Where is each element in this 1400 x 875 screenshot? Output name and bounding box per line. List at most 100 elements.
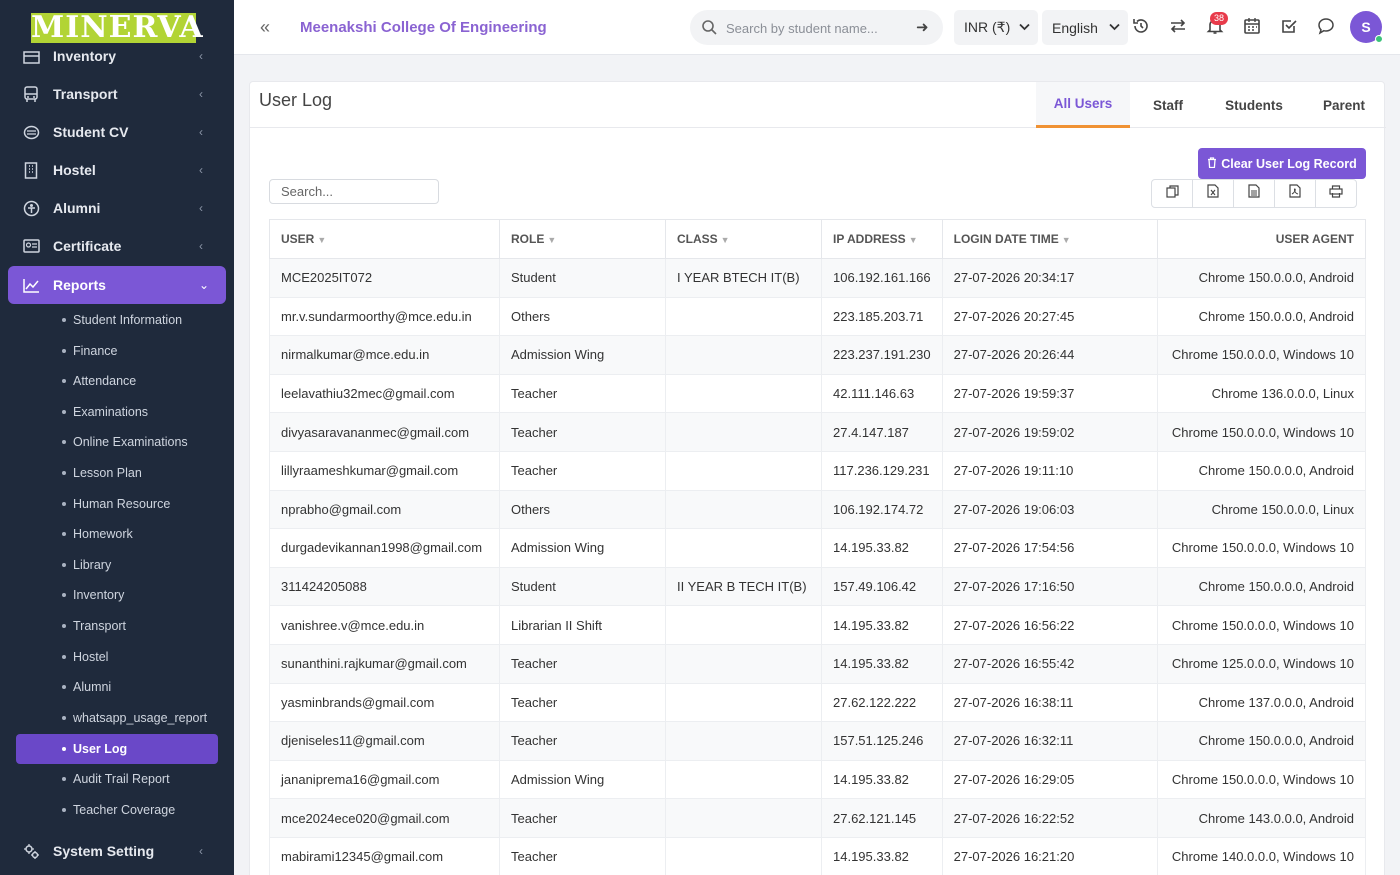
table-search-input[interactable] (269, 179, 439, 204)
search-icon (701, 19, 717, 40)
cell-user-agent: Chrome 143.0.0.0, Android (1156, 798, 1367, 838)
user-avatar[interactable]: S (1350, 11, 1383, 43)
logo: MINERVA (31, 10, 204, 45)
excel-export-button[interactable] (1192, 179, 1234, 208)
sidebar-item-reports[interactable]: Reports ⌄ (8, 266, 226, 304)
cell-class (665, 836, 822, 875)
sidebar-subitem-hostel[interactable]: Hostel (16, 642, 218, 672)
student-search-input[interactable] (726, 18, 906, 38)
sidebar-subitem-homework[interactable]: Homework (16, 519, 218, 549)
column-header-user-agent[interactable]: User Agent (1156, 219, 1367, 259)
history-icon[interactable] (1132, 17, 1152, 37)
sidebar-item-student-cv[interactable]: Student CV ‹ (0, 113, 234, 151)
sidebar-subitem-attendance[interactable]: Attendance (16, 366, 218, 396)
column-header-login-date-time[interactable]: Login Date Time ▼ (941, 219, 1158, 259)
cell-role: Teacher (499, 450, 666, 491)
cell-user-agent: Chrome 150.0.0.0, Windows 10 (1156, 528, 1367, 568)
pdf-export-button[interactable] (1274, 179, 1316, 208)
swap-icon[interactable] (1169, 17, 1189, 37)
cell-user-agent: Chrome 150.0.0.0, Android (1156, 721, 1367, 761)
print-icon (1329, 184, 1343, 203)
table-row: djeniseles11@gmail.com Teacher 157.51.125.… (269, 721, 1367, 761)
column-header-role[interactable]: Role ▼ (499, 219, 666, 259)
tab-staff[interactable]: Staff (1130, 82, 1206, 128)
cell-user-agent: Chrome 137.0.0.0, Android (1156, 682, 1367, 723)
arrow-right-icon[interactable]: ➜ (916, 18, 929, 36)
card-header: User Log All Users Staff Students Parent (250, 82, 1386, 128)
cell-role: Teacher (499, 836, 666, 875)
sidebar-subitem-library[interactable]: Library (16, 550, 218, 580)
sidebar-item-certificate[interactable]: Certificate ‹ (0, 227, 234, 265)
cell-login-date-time: 27-07-2026 17:54:56 (941, 528, 1158, 568)
column-header-user[interactable]: User ▼ (269, 219, 500, 259)
sidebar-subitem-inventory[interactable]: Inventory (16, 580, 218, 610)
cell-role: Others (499, 489, 666, 530)
sidebar-subitem-alumni[interactable]: Alumni (16, 672, 218, 702)
column-header-ip-address[interactable]: IP Address ▼ (821, 219, 943, 259)
cell-class: II YEAR B TECH IT(B) (665, 566, 822, 607)
print-button[interactable] (1315, 179, 1357, 208)
cell-user: durgadevikannan1998@gmail.com (269, 528, 500, 568)
collapse-sidebar-icon[interactable]: « (260, 17, 270, 38)
cell-class (665, 643, 822, 684)
college-name[interactable]: Meenakshi College Of Engineering (300, 19, 547, 36)
task-check-icon[interactable] (1280, 17, 1300, 37)
sidebar-subitem-student-information[interactable]: Student Information (16, 305, 218, 335)
cell-login-date-time: 27-07-2026 19:06:03 (941, 489, 1158, 530)
file-text-icon (1248, 184, 1260, 203)
online-status-dot (1375, 35, 1383, 43)
cell-class (665, 682, 822, 723)
language-select[interactable]: English (1042, 10, 1128, 45)
cv-icon (22, 123, 40, 141)
certificate-icon (22, 237, 40, 255)
chevron-left-icon: ‹ (199, 125, 203, 139)
sidebar-subitem-transport[interactable]: Transport (16, 611, 218, 641)
tab-students[interactable]: Students (1206, 82, 1302, 128)
sidebar-subitem-finance[interactable]: Finance (16, 336, 218, 366)
sidebar-item-label: Alumni (53, 200, 101, 216)
cell-login-date-time: 27-07-2026 19:59:37 (941, 373, 1158, 414)
cell-ip-address: 14.195.33.82 (821, 836, 943, 875)
sidebar-item-system-setting[interactable]: System Setting ‹ (0, 832, 234, 870)
table-row: jananiprema16@gmail.com Admission Wing 14.… (269, 759, 1367, 800)
sidebar-subitem-lesson-plan[interactable]: Lesson Plan (16, 458, 218, 488)
column-header-class[interactable]: Class ▼ (665, 219, 822, 259)
csv-export-button[interactable] (1233, 179, 1275, 208)
cell-class (665, 721, 822, 761)
copy-button[interactable] (1151, 179, 1193, 208)
sidebar-item-hostel[interactable]: Hostel ‹ (0, 151, 234, 189)
sidebar-subitem-human-resource[interactable]: Human Resource (16, 489, 218, 519)
sidebar-subitem-examinations[interactable]: Examinations (16, 397, 218, 427)
sidebar-subitem-audit-trail-report[interactable]: Audit Trail Report (16, 764, 218, 794)
tab-all-users[interactable]: All Users (1036, 82, 1130, 128)
sidebar-subitem-online-examinations[interactable]: Online Examinations (16, 427, 218, 457)
table-row: yasminbrands@gmail.com Teacher 27.62.122.2… (269, 682, 1367, 723)
chat-icon[interactable] (1317, 17, 1337, 37)
sidebar-subitem-teacher-coverage[interactable]: Teacher Coverage (16, 795, 218, 825)
table-row: mr.v.sundarmoorthy@mce.edu.in Others 223.1… (269, 296, 1367, 337)
cell-user-agent: Chrome 136.0.0.0, Linux (1156, 373, 1367, 414)
cell-ip-address: 14.195.33.82 (821, 759, 943, 800)
cell-login-date-time: 27-07-2026 16:22:52 (941, 798, 1158, 838)
cell-user: nirmalkumar@mce.edu.in (269, 335, 500, 375)
cell-user: mr.v.sundarmoorthy@mce.edu.in (269, 296, 500, 337)
currency-select[interactable]: INR (₹) (954, 10, 1038, 45)
sidebar-item-transport[interactable]: Transport ‹ (0, 75, 234, 113)
calendar-icon[interactable] (1243, 17, 1263, 37)
clear-user-log-button[interactable]: Clear User Log Record (1198, 148, 1366, 179)
cell-role: Others (499, 296, 666, 337)
cell-login-date-time: 27-07-2026 16:29:05 (941, 759, 1158, 800)
chevron-left-icon: ‹ (199, 201, 203, 215)
cell-user: divyasaravananmec@gmail.com (269, 412, 500, 452)
sidebar-subitem-whatsapp-usage-report[interactable]: whatsapp_usage_report (16, 703, 218, 733)
tab-parent[interactable]: Parent (1302, 82, 1386, 128)
cell-user: lillyraameshkumar@gmail.com (269, 450, 500, 491)
cell-login-date-time: 27-07-2026 17:16:50 (941, 566, 1158, 607)
sidebar-item-label: Hostel (53, 162, 96, 178)
cell-login-date-time: 27-07-2026 16:21:20 (941, 836, 1158, 875)
table-row: durgadevikannan1998@gmail.com Admission W… (269, 528, 1367, 568)
sidebar-item-label: Certificate (53, 238, 122, 254)
sidebar-item-alumni[interactable]: Alumni ‹ (0, 189, 234, 227)
cell-class (665, 605, 822, 645)
sidebar-subitem-user-log[interactable]: User Log (16, 734, 218, 764)
